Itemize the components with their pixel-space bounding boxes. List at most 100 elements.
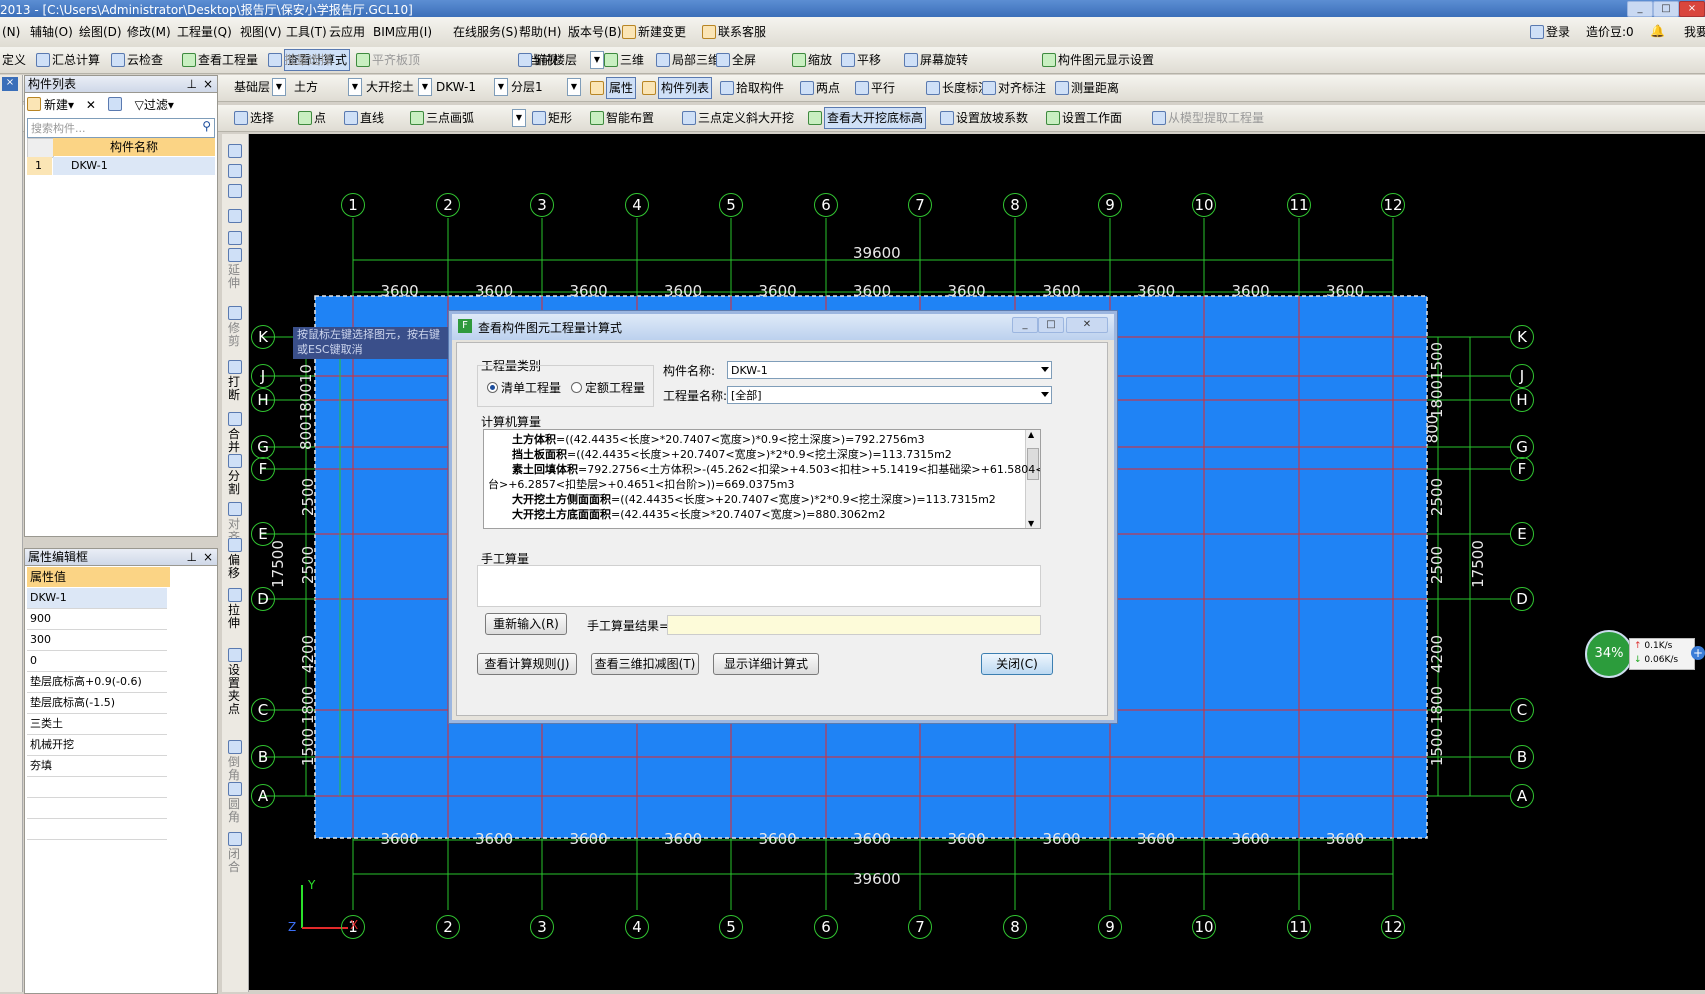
table-row[interactable]: DKW-1 (53, 157, 215, 175)
property-value[interactable]: 300 (27, 630, 167, 651)
view-3d-deduction-button[interactable]: 查看三维扣减图(T) (591, 653, 699, 675)
dialog-minimize-button[interactable]: _ (1012, 317, 1038, 333)
menu-item[interactable]: 视图(V) (240, 17, 282, 47)
side-tool-button[interactable]: 修剪 (228, 322, 242, 348)
property-value[interactable]: 900 (27, 609, 167, 630)
radio-list-qty[interactable]: 清单工程量 (487, 379, 561, 396)
toolbar-button[interactable]: 三点画弧 (426, 105, 474, 131)
close-button[interactable]: 关闭(C) (981, 653, 1053, 675)
property-value[interactable]: 夯填 (27, 756, 167, 777)
toolbar-button[interactable]: 从模型提取工程量 (1168, 105, 1264, 131)
side-tool-button[interactable]: 闭合 (228, 848, 242, 874)
side-tool-button[interactable]: 圆角 (228, 798, 242, 824)
scrollbar[interactable]: ▲ ▼ (1025, 430, 1040, 528)
property-value[interactable]: 三类土 (27, 714, 167, 735)
expand-icon[interactable]: + (1691, 646, 1705, 660)
menu-item[interactable]: 工具(T) (286, 17, 327, 47)
chevron-down-icon[interactable]: ▼ (567, 78, 581, 96)
side-tool-button[interactable]: 偏移 (228, 554, 242, 580)
menu-item[interactable]: 云应用 (329, 17, 365, 47)
property-value[interactable]: DKW-1 (27, 588, 167, 609)
property-value[interactable] (27, 777, 167, 798)
toolbar-button[interactable]: 智能布置 (606, 105, 654, 131)
side-tool-button[interactable]: 分割 (228, 470, 242, 496)
type-select[interactable]: 土方 ▼ (294, 78, 362, 96)
chevron-down-icon[interactable]: ▼ (494, 78, 508, 96)
side-tool-button[interactable]: 拉伸 (228, 604, 242, 630)
search-input[interactable]: 搜索构件... (31, 120, 86, 136)
toolbar-button[interactable]: 两点 (816, 75, 840, 101)
property-value[interactable]: 0 (27, 651, 167, 672)
menu-item[interactable]: 新建变更 (638, 17, 686, 47)
toolbar-button[interactable]: 构件列表 (658, 77, 713, 99)
menu-item[interactable]: 修改(M) (127, 17, 171, 47)
toolbar-button[interactable]: 设置放坡系数 (956, 105, 1028, 131)
toolbar-button[interactable]: 平齐板顶 (372, 47, 420, 73)
subtype-select[interactable]: 大开挖土 ▼ (366, 78, 432, 96)
toolbar-button[interactable]: 定义 (2, 47, 26, 73)
toolbar-button[interactable]: 测量距离 (1071, 75, 1119, 101)
search-box[interactable]: 搜索构件... ⚲ (27, 118, 215, 138)
side-tool-button[interactable]: 合并 (228, 428, 242, 454)
wo-menu[interactable]: 我要 (1684, 17, 1705, 47)
toolbar-button[interactable]: 对齐标注 (998, 75, 1046, 101)
close-window-button[interactable]: × (1679, 1, 1705, 17)
manual-textarea[interactable] (477, 565, 1041, 607)
radio-quota-qty[interactable]: 定额工程量 (571, 379, 645, 396)
qty-name-select[interactable]: [全部] (727, 386, 1052, 404)
view-rule-button[interactable]: 查看计算规则(J) (477, 653, 577, 675)
toolbar-button[interactable]: 缩放 (808, 47, 832, 73)
delete-icon[interactable]: ✕ (86, 98, 96, 112)
floor-select[interactable]: 基础层 ▼ (234, 78, 286, 96)
toolbar-button[interactable]: 汇总计算 (52, 47, 100, 73)
chevron-down-icon[interactable]: ▼ (590, 51, 604, 69)
toolbar-button[interactable]: 属性 (606, 77, 637, 99)
chevron-down-icon[interactable]: ▼ (418, 78, 432, 96)
toolbar-button[interactable]: 拾取构件 (736, 75, 784, 101)
toolbar-button[interactable]: 平移 (857, 47, 881, 73)
toolbar-button[interactable]: 查看工程量 (198, 47, 258, 73)
toolbar-button[interactable]: 查看大开挖底标高 (824, 107, 927, 129)
toolbar-button[interactable]: 平行 (871, 75, 895, 101)
close-icon[interactable]: × (203, 76, 213, 92)
side-tool-button[interactable]: 打断 (228, 376, 242, 402)
toolbar-button[interactable]: 构件图元显示设置 (1058, 47, 1154, 73)
property-value[interactable]: 机械开挖 (27, 735, 167, 756)
calc-textarea[interactable]: ▲ ▼ 土方体积=((42.4435<长度>*20.7407<宽度>)*0.9<… (483, 429, 1041, 529)
tool-icon[interactable] (228, 164, 242, 178)
chevron-down-icon[interactable]: ▼ (512, 109, 526, 127)
filter-button[interactable]: 过滤 (144, 98, 168, 112)
toolbar-button[interactable]: 点 (314, 105, 326, 131)
tool-icon[interactable] (228, 231, 242, 245)
close-icon[interactable]: × (2, 77, 18, 91)
menu-item[interactable]: 联系客服 (718, 17, 766, 47)
show-detail-button[interactable]: 显示详细计算式 (713, 653, 819, 675)
tool-icon[interactable] (228, 184, 242, 198)
pin-icon[interactable]: ⊥ (187, 76, 197, 92)
toolbar-button[interactable]: 直线 (360, 105, 384, 131)
tool-icon[interactable] (228, 209, 242, 223)
maximize-button[interactable]: □ (1653, 1, 1679, 17)
scroll-down-icon[interactable]: ▼ (1028, 519, 1034, 528)
login-menu[interactable]: 登录 (1546, 17, 1570, 47)
menu-item[interactable]: (N) (2, 17, 20, 47)
toolbar-button[interactable]: 选择 (250, 105, 274, 131)
side-tool-button[interactable]: 倒角 (228, 756, 242, 782)
toolbar-button[interactable]: 三维 (620, 47, 644, 73)
pin-icon[interactable]: ⊥ (187, 549, 197, 565)
toolbar-button[interactable]: 设置工作面 (1062, 105, 1122, 131)
menu-item[interactable]: 在线服务(S) (453, 17, 518, 47)
close-icon[interactable]: × (203, 549, 213, 565)
toolbar-button[interactable]: 云检查 (127, 47, 163, 73)
side-tool-button[interactable]: 设置夹点 (228, 664, 242, 716)
layer-select[interactable]: 分层1 ▼ (511, 78, 581, 96)
minimize-button[interactable]: _ (1627, 1, 1653, 17)
comp-name-select[interactable]: DKW-1 (727, 361, 1052, 379)
menu-item[interactable]: 帮助(H) (519, 17, 561, 47)
scroll-up-icon[interactable]: ▲ (1028, 430, 1034, 439)
dialog-close-icon[interactable]: ✕ (1066, 317, 1108, 333)
menu-item[interactable]: 辅轴(O) (30, 17, 73, 47)
chevron-down-icon[interactable]: ▼ (348, 78, 362, 96)
menu-item[interactable]: 工程量(Q) (177, 17, 232, 47)
menu-item[interactable]: 版本号(B) (568, 17, 622, 47)
